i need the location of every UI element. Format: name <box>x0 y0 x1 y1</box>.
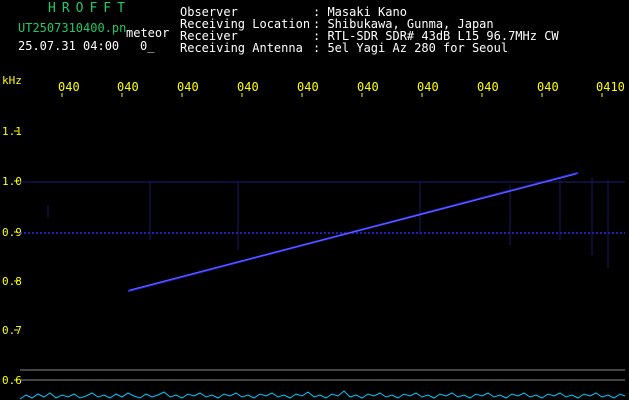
noise-floor <box>19 390 626 400</box>
spectrogram-plot <box>14 93 626 400</box>
time-tick-marks <box>61 93 603 97</box>
echo-trace-highlight <box>129 173 577 291</box>
y-tick-marks <box>14 130 18 381</box>
noise-streaks <box>47 178 609 268</box>
frequency-band-lines <box>20 181 625 381</box>
